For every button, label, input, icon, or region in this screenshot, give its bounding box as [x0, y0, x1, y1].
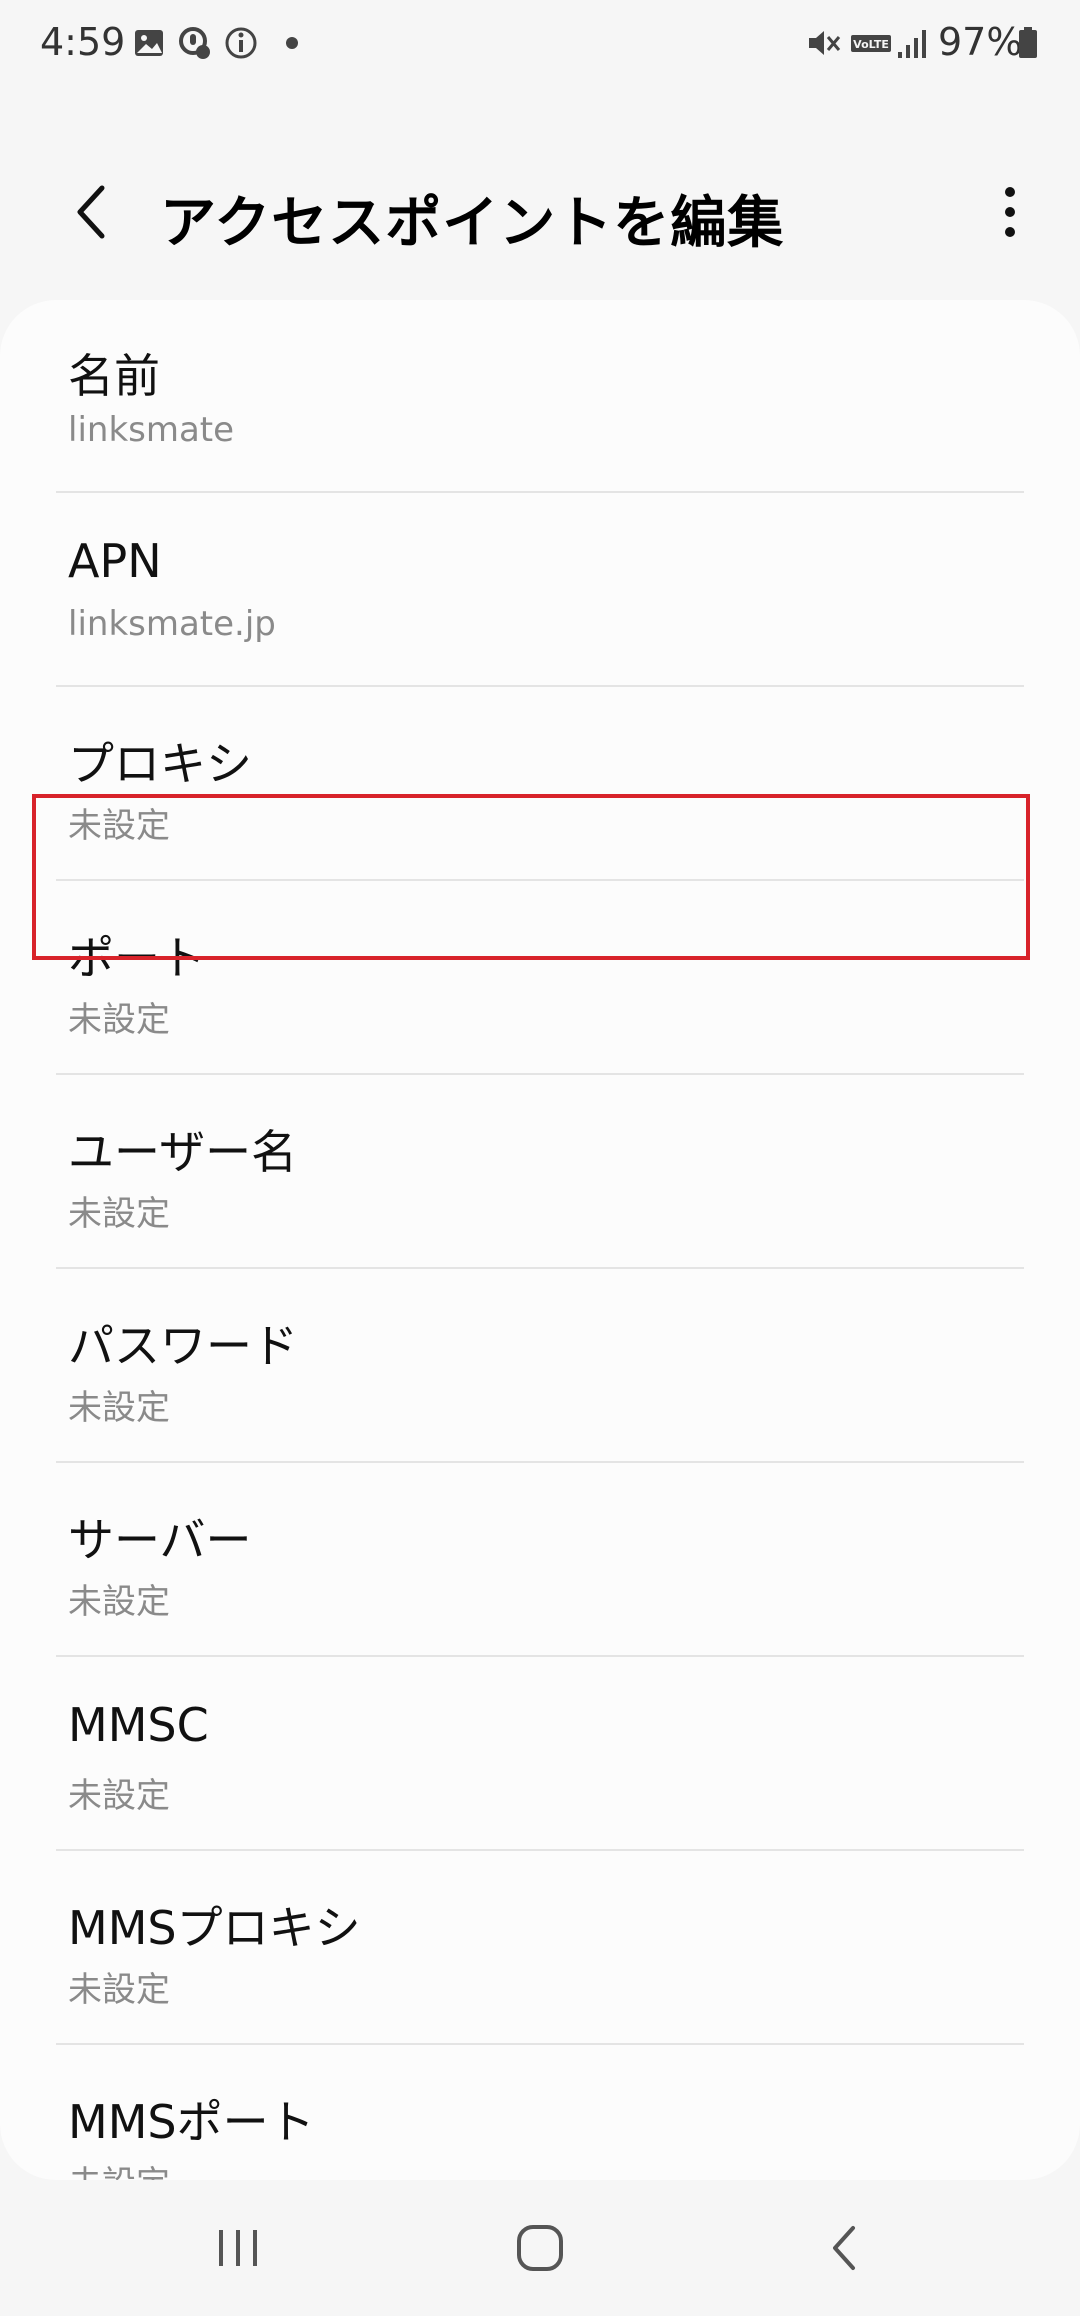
setting-value: 未設定 — [68, 1000, 170, 1040]
setting-value: 未設定 — [68, 1194, 170, 1234]
setting-row-port[interactable]: ポート 未設定 — [0, 882, 1080, 1075]
divider — [56, 1267, 1024, 1269]
mic-off-badge-icon — [179, 27, 210, 59]
divider — [56, 2043, 1024, 2045]
setting-row-mms-port[interactable]: MMSポート 未設定 — [0, 2046, 1080, 2180]
back-icon — [833, 2226, 855, 2270]
home-button[interactable] — [480, 2200, 600, 2296]
setting-title: ユーザー名 — [68, 1125, 298, 1179]
setting-value: linksmate.jp — [68, 604, 276, 644]
battery-icon — [1019, 27, 1037, 58]
setting-title: 名前 — [68, 349, 160, 403]
page-title: アクセスポイントを編集 — [160, 191, 785, 256]
setting-title: サーバー — [68, 1513, 252, 1567]
setting-value: 未設定 — [68, 1970, 170, 2010]
setting-row-mms-proxy[interactable]: MMSプロキシ 未設定 — [0, 1852, 1080, 2045]
divider — [56, 1073, 1024, 1075]
divider — [56, 1461, 1024, 1463]
setting-value: 未設定 — [68, 1776, 170, 1816]
more-vert-icon — [1005, 187, 1015, 237]
divider — [56, 685, 1024, 687]
svg-text:VoLTE: VoLTE — [853, 38, 889, 51]
nav-back-button[interactable] — [784, 2200, 904, 2296]
divider — [56, 1849, 1024, 1851]
setting-row-username[interactable]: ユーザー名 未設定 — [0, 1076, 1080, 1269]
setting-title: ポート — [68, 931, 206, 985]
dot-icon — [286, 37, 298, 49]
back-chevron-icon — [77, 185, 105, 239]
gallery-icon — [135, 30, 163, 56]
home-icon — [517, 2225, 563, 2271]
mute-icon — [809, 31, 841, 55]
recents-icon — [219, 2230, 257, 2266]
setting-row-mmsc[interactable]: MMSC 未設定 — [0, 1658, 1080, 1851]
setting-title: MMSプロキシ — [68, 1901, 361, 1955]
setting-value: 未設定 — [68, 1388, 170, 1428]
setting-value: linksmate — [68, 410, 235, 450]
signal-icon — [898, 30, 926, 58]
info-icon — [225, 27, 257, 59]
setting-row-proxy[interactable]: プロキシ 未設定 — [0, 688, 1080, 881]
status-time: 4:59 — [40, 20, 126, 64]
setting-title: MMSC — [68, 1698, 209, 1752]
setting-title: パスワード — [68, 1319, 298, 1373]
setting-row-password[interactable]: パスワード 未設定 — [0, 1270, 1080, 1463]
settings-card: 名前 linksmate APN linksmate.jp プロキシ 未設定 ポ… — [0, 300, 1080, 2180]
divider — [56, 879, 1024, 881]
setting-value: 未設定 — [68, 1582, 170, 1622]
setting-title: MMSポート — [68, 2095, 315, 2149]
app-bar: アクセスポイントを編集 — [0, 150, 1080, 280]
setting-row-apn[interactable]: APN linksmate.jp — [0, 494, 1080, 687]
more-options-button[interactable] — [970, 172, 1050, 252]
navigation-bar — [0, 2180, 1080, 2316]
divider — [56, 1655, 1024, 1657]
battery-percent: 97% — [938, 20, 1023, 64]
back-button[interactable] — [52, 172, 132, 252]
setting-value: 未設定 — [68, 2156, 170, 2180]
volte-icon: VoLTE — [851, 35, 891, 52]
recents-button[interactable] — [178, 2200, 298, 2296]
setting-row-name[interactable]: 名前 linksmate — [0, 300, 1080, 493]
setting-title: プロキシ — [68, 737, 252, 791]
setting-title: APN — [68, 534, 162, 588]
status-bar: 4:59 VoLTE 97% — [0, 0, 1080, 92]
divider — [56, 491, 1024, 493]
setting-value: 未設定 — [68, 806, 170, 846]
setting-row-server[interactable]: サーバー 未設定 — [0, 1464, 1080, 1657]
